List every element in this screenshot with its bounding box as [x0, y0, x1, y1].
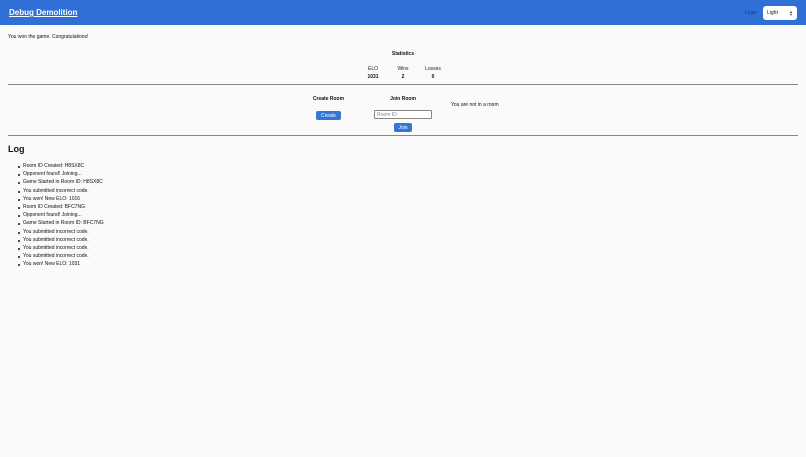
create-room-heading: Create Room [312, 96, 345, 102]
join-room-button[interactable]: Join [394, 123, 412, 132]
login-link[interactable]: Login [745, 10, 757, 16]
navbar-right-group: Login Light ▲ ▼ [745, 5, 797, 20]
top-navbar: Debug Demolition Login Light ▲ ▼ [0, 0, 806, 25]
stat-losses-value: 0 [431, 74, 435, 80]
section-divider [8, 84, 798, 85]
join-room-heading: Join Room [390, 96, 416, 102]
stat-wins-label: Wins [397, 66, 409, 72]
log-list: Room ID Created: H8SX8C Opponent found! … [18, 163, 104, 270]
log-divider [8, 135, 798, 136]
stat-losses: Losses 0 [425, 66, 442, 80]
updown-chevron-icon: ▲ ▼ [789, 9, 793, 17]
statistics-row: ELO 1031 Wins 2 Losses 0 [0, 66, 806, 80]
stat-losses-label: Losses [425, 66, 441, 72]
brand-link[interactable]: Debug Demolition [9, 8, 77, 17]
statistics-title: Statistics [391, 51, 415, 57]
stat-elo-label: ELO [367, 66, 378, 72]
create-room-button[interactable]: Create [316, 111, 341, 120]
stat-elo-value: 1031 [367, 74, 379, 80]
room-id-input[interactable] [374, 110, 432, 119]
stat-elo: ELO 1031 [365, 66, 382, 80]
log-entry: You won! New ELO: 1031 [18, 262, 104, 270]
chevron-down-icon: ▼ [789, 11, 793, 17]
log-title: Log [8, 144, 25, 154]
stat-wins-value: 2 [401, 74, 405, 80]
game-result-message: You won the game. Congratulations! [8, 34, 89, 40]
stat-wins: Wins 2 [395, 66, 412, 80]
theme-select[interactable]: Light ▲ ▼ [763, 5, 797, 20]
theme-select-value: Light [767, 9, 778, 16]
room-status-text: You are not in a room [451, 102, 499, 108]
